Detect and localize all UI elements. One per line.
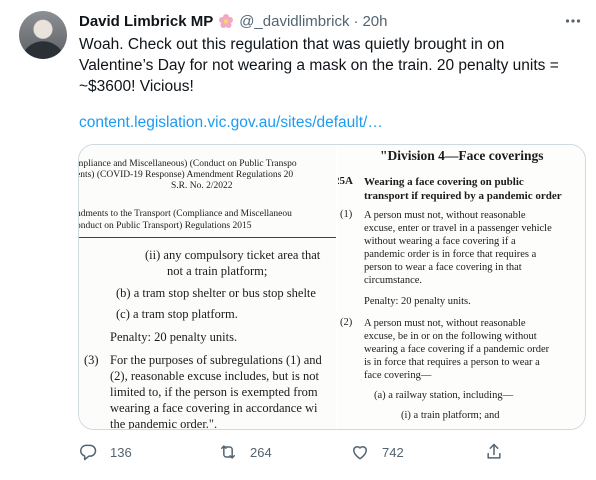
heart-icon	[350, 442, 370, 462]
media-image-left[interactable]: mpliance and Miscellaneous) (Conduct on …	[79, 145, 336, 430]
doc-item-b: (b) a tram stop shelter or bus stop shel…	[116, 286, 316, 300]
media-image-right[interactable]: "Division 4—Face coverings 25A Wearing a…	[338, 145, 585, 429]
reply-button[interactable]: 136	[78, 440, 132, 464]
doc-sub2-line: excuse, be in or on the following withou…	[364, 331, 537, 342]
doc-item-a: (a) a railway station, including—	[374, 390, 514, 401]
doc-sub1-num: (1)	[340, 209, 353, 220]
doc-section-title: transport if required by a pandemic orde…	[364, 190, 562, 202]
doc-item-i: (i) a train platform; and	[401, 410, 500, 421]
tweet-timestamp[interactable]: 20h	[362, 13, 387, 30]
tweet-text: Woah. Check out this regulation that was…	[79, 36, 559, 95]
tweet-actions: 136 264 742	[78, 440, 578, 464]
doc-penalty: Penalty: 20 penalty units.	[110, 330, 238, 344]
doc-item-c: (c) a tram stop platform.	[116, 307, 238, 321]
header-separator: ·	[353, 12, 359, 30]
doc-item-3-line: (2), reasonable excuse includes, but is …	[110, 369, 319, 383]
share-icon	[484, 442, 504, 462]
author-handle[interactable]: @_davidlimbrick	[239, 13, 349, 30]
doc-sub2-line: is in force that requires a person to we…	[364, 357, 540, 368]
doc-sub1-line: pandemic order is in force that requires…	[364, 249, 537, 260]
doc-sub1-line: person to wear a face covering in that	[364, 262, 522, 273]
doc-item-3-line: the pandemic order.".	[110, 417, 218, 430]
doc-subheader-line: ndments to the Transport (Compliance and…	[79, 209, 292, 219]
retweet-button[interactable]: 264	[218, 440, 272, 464]
doc-penalty: Penalty: 20 penalty units.	[364, 296, 471, 307]
doc-sub2-line: face covering—	[364, 370, 432, 381]
doc-item-3-num: (3)	[84, 353, 99, 367]
like-count: 742	[382, 444, 404, 460]
doc-sub1-line: A person must not, without reasonable	[364, 210, 526, 221]
doc-sub2-line: A person must not, without reasonable	[364, 318, 526, 329]
author-name[interactable]: David Limbrick MP	[79, 13, 213, 30]
like-button[interactable]: 742	[350, 440, 404, 464]
doc-item-3-line: wearing a face covering in accordance wi	[110, 401, 318, 415]
tweet-header: David Limbrick MP @_davidlimbrick · 20h	[79, 11, 388, 31]
doc-division-title: "Division 4—Face coverings	[380, 148, 544, 163]
share-button[interactable]	[484, 440, 504, 464]
flower-icon	[218, 13, 234, 29]
doc-sub1-line: without wearing a face covering if a	[364, 236, 516, 247]
avatar[interactable]	[19, 11, 67, 59]
tweet-media[interactable]: mpliance and Miscellaneous) (Conduct on …	[78, 144, 586, 430]
doc-item-ii: (ii) any compulsory ticket area that	[145, 248, 321, 262]
doc-sub1-line: excuse, enter or travel in a passenger v…	[364, 223, 552, 234]
doc-item-3-line: limited to, if the person is exempted fr…	[110, 385, 318, 399]
more-options-icon[interactable]	[562, 10, 584, 32]
tweet[interactable]: David Limbrick MP @_davidlimbrick · 20h …	[0, 0, 596, 480]
tweet-link[interactable]: content.legislation.vic.gov.au/sites/def…	[79, 113, 383, 133]
reply-count: 136	[110, 444, 132, 460]
doc-subheader-line: onduct on Public Transport) Regulations …	[79, 221, 252, 231]
doc-sub2-num: (2)	[340, 317, 353, 328]
doc-section-num: 25A	[338, 175, 353, 187]
reply-icon	[78, 442, 98, 462]
doc-section-title: Wearing a face covering on public	[364, 176, 524, 188]
retweet-icon	[218, 442, 238, 462]
doc-item-3-line: For the purposes of subregulations (1) a…	[110, 353, 322, 367]
doc-header-line: mpliance and Miscellaneous) (Conduct on …	[79, 159, 297, 169]
doc-sub1-line: circumstance.	[364, 275, 423, 286]
doc-header-line: S.R. No. 2/2022	[171, 181, 233, 191]
doc-header-line: ents) (COVID-19 Response) Amendment Regu…	[79, 170, 294, 180]
doc-sub2-line: wearing a face covering if a pandemic or…	[364, 344, 550, 355]
retweet-count: 264	[250, 444, 272, 460]
doc-rule	[79, 237, 336, 238]
doc-item-ii-cont: not a train platform;	[167, 264, 268, 278]
